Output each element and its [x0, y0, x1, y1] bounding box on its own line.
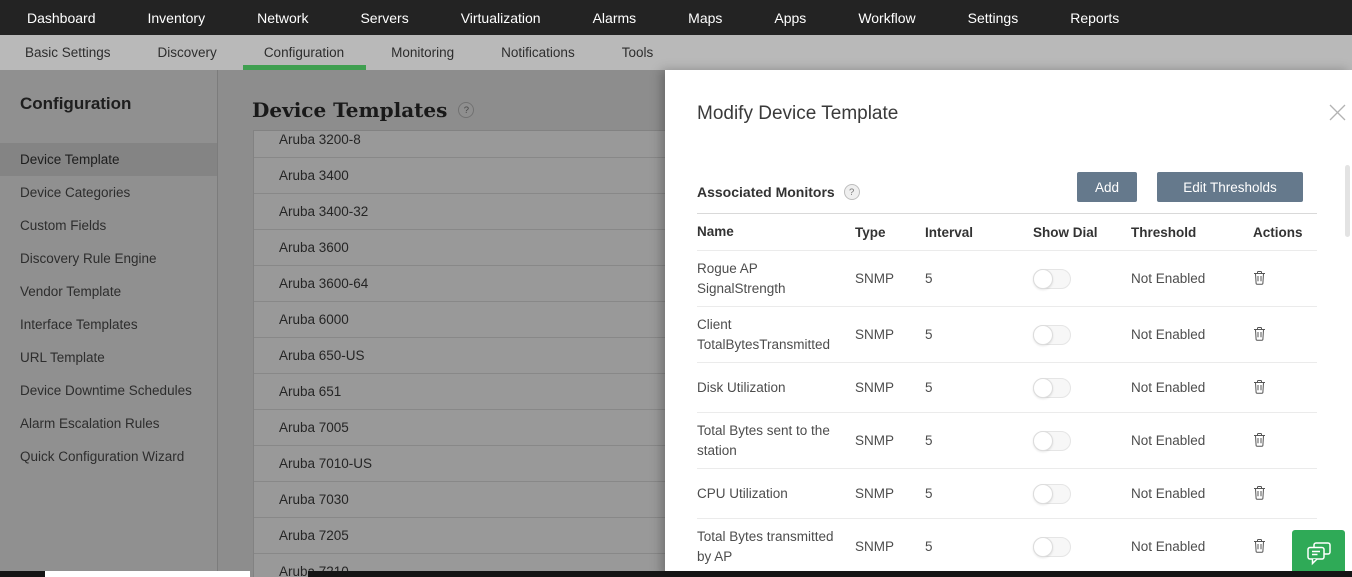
toggle-knob-icon: [1033, 325, 1053, 345]
column-header-type: Type: [855, 225, 925, 240]
app-screen: Dashboard Inventory Network Servers Virt…: [0, 0, 1352, 577]
top-navigation-bar: Dashboard Inventory Network Servers Virt…: [0, 0, 1352, 35]
trash-icon[interactable]: [1253, 485, 1266, 500]
nav-item-reports[interactable]: Reports: [1070, 10, 1119, 26]
tab-discovery[interactable]: Discovery: [158, 35, 217, 70]
nav-item-servers[interactable]: Servers: [360, 10, 408, 26]
trash-icon[interactable]: [1253, 538, 1266, 553]
nav-item-workflow[interactable]: Workflow: [858, 10, 915, 26]
monitor-name: Total Bytes sent to the station: [697, 413, 855, 468]
monitor-interval: 5: [925, 433, 1033, 448]
threshold-status: Not Enabled: [1131, 433, 1237, 448]
table-row: Disk Utilization SNMP 5 Not Enabled: [697, 363, 1317, 413]
tab-notifications[interactable]: Notifications: [501, 35, 575, 70]
nav-item-alarms[interactable]: Alarms: [593, 10, 637, 26]
tab-tools[interactable]: Tools: [622, 35, 654, 70]
show-dial-toggle[interactable]: [1033, 269, 1071, 289]
threshold-status: Not Enabled: [1131, 486, 1237, 501]
column-header-name: Name: [697, 214, 855, 250]
table-row: Total Bytes sent to the station SNMP 5 N…: [697, 413, 1317, 469]
add-button[interactable]: Add: [1077, 172, 1137, 202]
threshold-status: Not Enabled: [1131, 327, 1237, 342]
chat-button[interactable]: [1292, 530, 1345, 577]
show-dial-toggle[interactable]: [1033, 537, 1071, 557]
column-header-threshold: Threshold: [1131, 225, 1237, 240]
show-dial-toggle[interactable]: [1033, 325, 1071, 345]
help-icon[interactable]: ?: [844, 184, 860, 200]
horizontal-scrollbar-track[interactable]: [45, 571, 250, 577]
threshold-status: Not Enabled: [1131, 271, 1237, 286]
modal-scrollbar-thumb[interactable]: [1345, 165, 1350, 237]
show-dial-toggle[interactable]: [1033, 378, 1071, 398]
trash-icon[interactable]: [1253, 270, 1266, 285]
toggle-knob-icon: [1033, 484, 1053, 504]
tab-basic-settings[interactable]: Basic Settings: [25, 35, 111, 70]
monitor-type: SNMP: [855, 271, 925, 286]
trash-icon[interactable]: [1253, 326, 1266, 341]
column-header-actions: Actions: [1237, 225, 1317, 240]
table-row: CPU Utilization SNMP 5 Not Enabled: [697, 469, 1317, 519]
show-dial-toggle[interactable]: [1033, 484, 1071, 504]
toggle-knob-icon: [1033, 537, 1053, 557]
monitor-interval: 5: [925, 327, 1033, 342]
nav-item-dashboard[interactable]: Dashboard: [27, 10, 96, 26]
monitor-type: SNMP: [855, 486, 925, 501]
nav-item-maps[interactable]: Maps: [688, 10, 722, 26]
toggle-knob-icon: [1033, 378, 1053, 398]
toggle-knob-icon: [1033, 269, 1053, 289]
monitor-name: Total Bytes transmitted by AP: [697, 519, 855, 574]
associated-monitors-table: Name Type Interval Show Dial Threshold A…: [697, 213, 1317, 576]
monitor-type: SNMP: [855, 539, 925, 554]
associated-monitors-title: Associated Monitors: [697, 184, 835, 200]
nav-item-settings[interactable]: Settings: [968, 10, 1019, 26]
column-header-interval: Interval: [925, 225, 1033, 240]
chat-icon: [1304, 540, 1334, 567]
monitor-type: SNMP: [855, 327, 925, 342]
monitor-interval: 5: [925, 486, 1033, 501]
monitor-type: SNMP: [855, 380, 925, 395]
monitor-name: Client TotalBytesTransmitted: [697, 307, 855, 362]
show-dial-toggle[interactable]: [1033, 431, 1071, 451]
monitor-name: Rogue AP SignalStrength: [697, 251, 855, 306]
horizontal-scrollbar-thumb[interactable]: [0, 571, 45, 577]
toggle-knob-icon: [1033, 431, 1053, 451]
table-header-row: Name Type Interval Show Dial Threshold A…: [697, 213, 1317, 251]
nav-item-network[interactable]: Network: [257, 10, 308, 26]
trash-icon[interactable]: [1253, 379, 1266, 394]
nav-item-virtualization[interactable]: Virtualization: [461, 10, 541, 26]
monitor-interval: 5: [925, 539, 1033, 554]
modify-device-template-modal: Modify Device Template Associated Monito…: [665, 70, 1352, 577]
edit-thresholds-button[interactable]: Edit Thresholds: [1157, 172, 1303, 202]
table-row: Client TotalBytesTransmitted SNMP 5 Not …: [697, 307, 1317, 363]
column-header-show-dial: Show Dial: [1033, 225, 1131, 240]
close-icon[interactable]: [1328, 103, 1348, 123]
monitor-name: CPU Utilization: [697, 476, 855, 512]
monitor-interval: 5: [925, 271, 1033, 286]
nav-item-inventory[interactable]: Inventory: [148, 10, 206, 26]
modal-title: Modify Device Template: [697, 103, 898, 125]
threshold-status: Not Enabled: [1131, 539, 1237, 554]
monitor-type: SNMP: [855, 433, 925, 448]
table-row: Rogue AP SignalStrength SNMP 5 Not Enabl…: [697, 251, 1317, 307]
bottom-dark-bar: [308, 571, 1352, 577]
nav-item-apps[interactable]: Apps: [774, 10, 806, 26]
tab-configuration[interactable]: Configuration: [264, 35, 344, 70]
trash-icon[interactable]: [1253, 432, 1266, 447]
monitor-name: Disk Utilization: [697, 370, 855, 406]
threshold-status: Not Enabled: [1131, 380, 1237, 395]
tab-monitoring[interactable]: Monitoring: [391, 35, 454, 70]
table-row: Total Bytes transmitted by AP SNMP 5 Not…: [697, 519, 1317, 575]
monitor-interval: 5: [925, 380, 1033, 395]
secondary-navigation-bar: Basic Settings Discovery Configuration M…: [0, 35, 1352, 70]
